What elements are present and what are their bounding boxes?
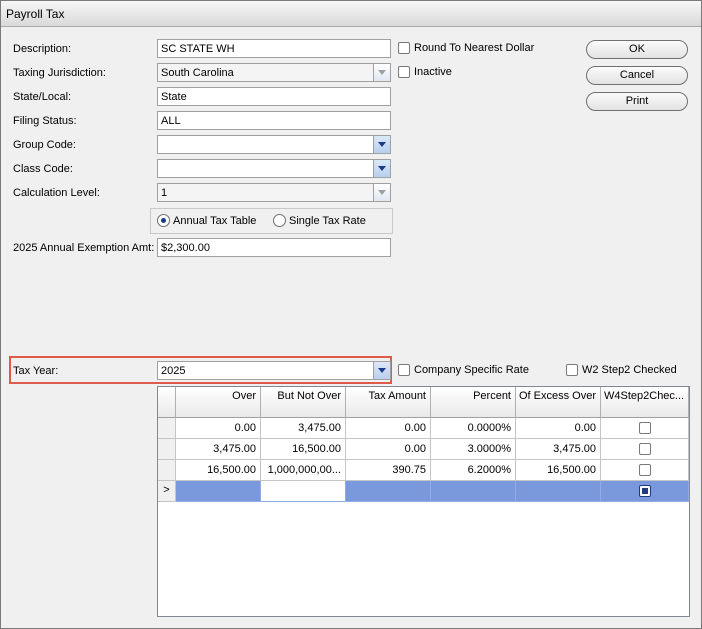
grid-corner (158, 387, 176, 418)
table-row[interactable]: 3,475.00 16,500.00 0.00 3.0000% 3,475.00 (158, 439, 689, 460)
column-header-over[interactable]: Over (176, 387, 261, 418)
inactive-checkbox[interactable]: Inactive (398, 66, 452, 78)
description-label: Description: (13, 43, 72, 55)
column-header-percent[interactable]: Percent (431, 387, 516, 418)
cell-tax-amount[interactable]: 390.75 (346, 460, 431, 481)
checkbox-icon (566, 364, 578, 376)
payroll-tax-window: Payroll Tax Description: Taxing Jurisdic… (0, 0, 702, 629)
column-header-w4step2[interactable]: W4Step2Chec... (601, 387, 689, 418)
checkbox-icon[interactable] (638, 485, 651, 498)
table-row[interactable]: 0.00 3,475.00 0.00 0.0000% 0.00 (158, 418, 689, 439)
group-code-combo[interactable] (157, 135, 391, 154)
cell-of-excess-over[interactable]: 16,500.00 (516, 460, 601, 481)
cell-over[interactable]: 0.00 (176, 418, 261, 439)
row-header[interactable] (158, 418, 176, 439)
cancel-button[interactable]: Cancel (586, 66, 688, 85)
exemption-value: $2,300.00 (161, 242, 210, 254)
cell-percent[interactable]: 3.0000% (431, 439, 516, 460)
group-code-label: Group Code: (13, 139, 76, 151)
filing-status-label: Filing Status: (13, 115, 77, 127)
radio-unselected-icon (273, 214, 286, 227)
window-title: Payroll Tax (6, 7, 65, 21)
cell-tax-amount[interactable] (346, 481, 431, 502)
row-header[interactable] (158, 439, 176, 460)
chevron-down-icon[interactable] (373, 64, 390, 81)
w2-step2-checked-checkbox[interactable]: W2 Step2 Checked (566, 364, 677, 376)
tax-year-combo[interactable]: 2025 (157, 361, 391, 380)
class-code-combo[interactable] (157, 159, 391, 178)
description-field[interactable]: SC STATE WH (157, 39, 391, 58)
taxing-jurisdiction-combo[interactable]: South Carolina (157, 63, 391, 82)
company-specific-rate-label: Company Specific Rate (414, 364, 529, 376)
cell-but-not-over[interactable]: 3,475.00 (261, 418, 346, 439)
calculation-level-label: Calculation Level: (13, 187, 100, 199)
cell-percent[interactable]: 0.0000% (431, 418, 516, 439)
cell-but-not-over[interactable]: 1,000,000,00... (261, 460, 346, 481)
tax-table-grid[interactable]: Over But Not Over Tax Amount Percent Of … (157, 386, 690, 617)
chevron-down-icon[interactable] (373, 160, 390, 177)
column-header-tax-amount[interactable]: Tax Amount (346, 387, 431, 418)
single-tax-rate-radio[interactable]: Single Tax Rate (273, 214, 366, 227)
annual-tax-table-label: Annual Tax Table (173, 214, 257, 227)
chevron-down-icon[interactable] (373, 362, 390, 379)
exemption-label: 2025 Annual Exemption Amt: (13, 242, 155, 254)
state-local-value: State (161, 91, 187, 103)
ok-button[interactable]: OK (586, 40, 688, 59)
cell-but-not-over[interactable]: 16,500.00 (261, 439, 346, 460)
checkbox-icon[interactable] (638, 422, 651, 435)
state-local-label: State/Local: (13, 91, 72, 103)
cell-tax-amount[interactable]: 0.00 (346, 439, 431, 460)
checkbox-icon[interactable] (638, 464, 651, 477)
class-code-label: Class Code: (13, 163, 73, 175)
cell-percent[interactable]: 6.2000% (431, 460, 516, 481)
cell-of-excess-over[interactable]: 3,475.00 (516, 439, 601, 460)
tax-year-value: 2025 (161, 365, 186, 377)
cell-w4step2[interactable] (601, 460, 689, 481)
company-specific-rate-checkbox[interactable]: Company Specific Rate (398, 364, 529, 376)
cell-but-not-over-editing[interactable] (261, 481, 346, 502)
column-header-of-excess-over[interactable]: Of Excess Over (516, 387, 601, 418)
checkbox-icon (398, 42, 410, 54)
current-row-indicator-icon: > (158, 481, 176, 502)
cell-w4step2[interactable] (601, 481, 689, 502)
state-local-field[interactable]: State (157, 87, 391, 106)
annual-tax-table-radio[interactable]: Annual Tax Table (157, 214, 256, 227)
filing-status-field[interactable]: ALL (157, 111, 391, 130)
row-header[interactable] (158, 460, 176, 481)
taxing-jurisdiction-value: South Carolina (161, 67, 234, 79)
checkbox-icon (398, 364, 410, 376)
cell-w4step2[interactable] (601, 439, 689, 460)
table-row[interactable]: 16,500.00 1,000,000,00... 390.75 6.2000%… (158, 460, 689, 481)
exemption-field[interactable]: $2,300.00 (157, 238, 391, 257)
print-button[interactable]: Print (586, 92, 688, 111)
new-row[interactable]: > (158, 481, 689, 502)
grid-header-row: Over But Not Over Tax Amount Percent Of … (158, 387, 689, 418)
cell-over[interactable]: 3,475.00 (176, 439, 261, 460)
cell-over[interactable]: 16,500.00 (176, 460, 261, 481)
description-value: SC STATE WH (161, 43, 235, 55)
w2-step2-checked-label: W2 Step2 Checked (582, 364, 677, 376)
round-nearest-dollar-label: Round To Nearest Dollar (414, 42, 535, 54)
column-header-but-not-over[interactable]: But Not Over (261, 387, 346, 418)
tax-method-radio-group: Annual Tax Table Single Tax Rate (150, 208, 393, 234)
calculation-level-combo[interactable]: 1 (157, 183, 391, 202)
cell-w4step2[interactable] (601, 418, 689, 439)
filing-status-value: ALL (161, 115, 181, 127)
taxing-jurisdiction-label: Taxing Jurisdiction: (13, 67, 106, 79)
title-bar: Payroll Tax (1, 1, 701, 27)
round-nearest-dollar-checkbox[interactable]: Round To Nearest Dollar (398, 42, 534, 54)
checkbox-icon[interactable] (638, 443, 651, 456)
cell-of-excess-over[interactable]: 0.00 (516, 418, 601, 439)
calculation-level-value: 1 (161, 187, 168, 199)
single-tax-rate-label: Single Tax Rate (289, 214, 366, 227)
inactive-label: Inactive (414, 66, 452, 78)
cell-of-excess-over[interactable] (516, 481, 601, 502)
cell-tax-amount[interactable]: 0.00 (346, 418, 431, 439)
chevron-down-icon[interactable] (373, 184, 390, 201)
cell-percent[interactable] (431, 481, 516, 502)
checkbox-icon (398, 66, 410, 78)
chevron-down-icon[interactable] (373, 136, 390, 153)
radio-selected-icon (157, 214, 170, 227)
cell-over[interactable] (176, 481, 261, 502)
